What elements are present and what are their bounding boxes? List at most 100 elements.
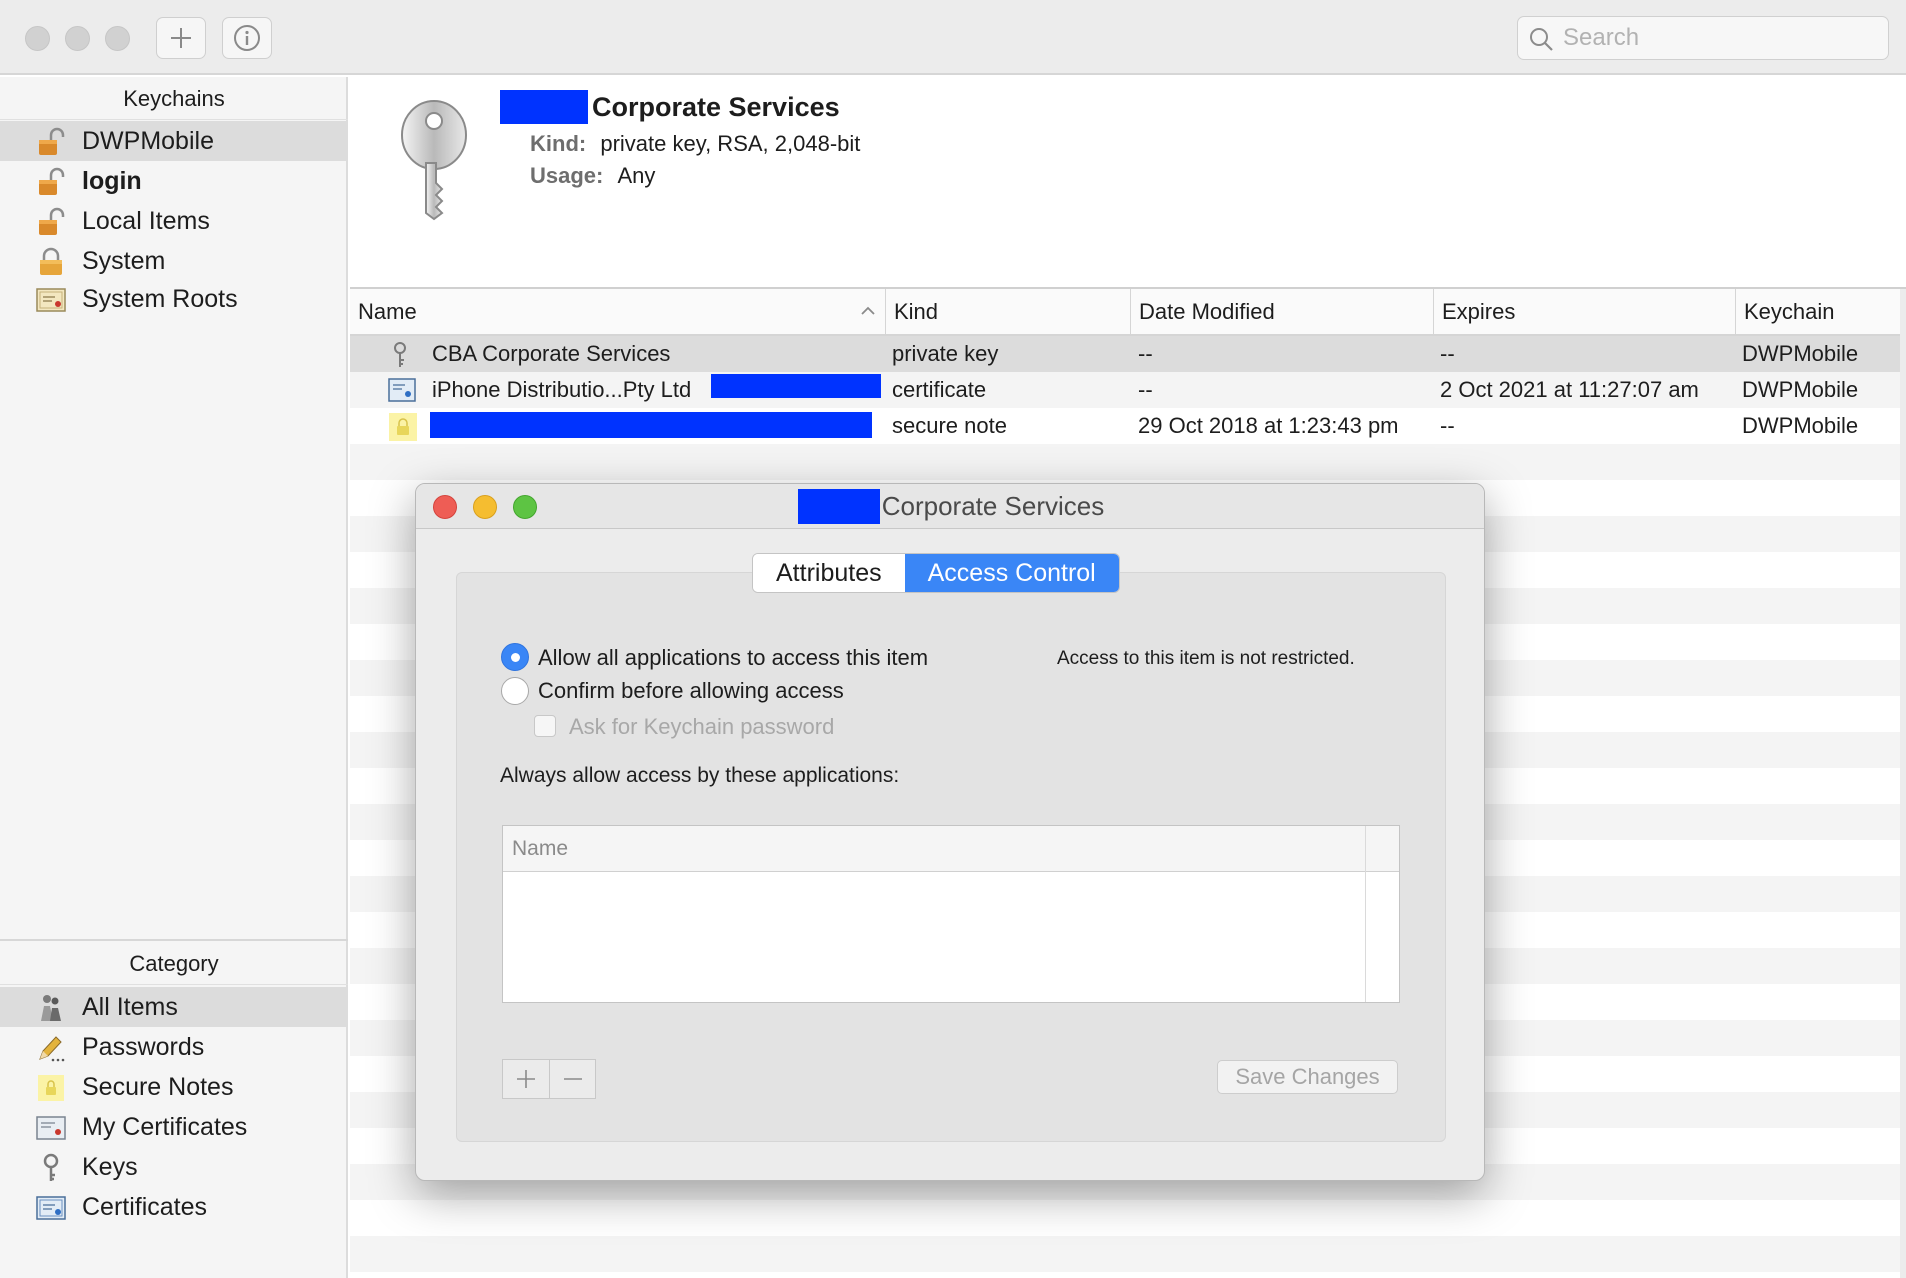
search-field[interactable] xyxy=(1517,16,1889,60)
close-window-button[interactable] xyxy=(25,26,50,51)
kind-value: private key, RSA, 2,048-bit xyxy=(600,131,861,156)
minimize-window-button[interactable] xyxy=(65,26,90,51)
sidebar-item-dwpmobile[interactable]: DWPMobile xyxy=(0,121,348,161)
cell-name: CBA Corporate Services xyxy=(432,341,671,366)
sidebar-item-label: DWPMobile xyxy=(82,126,214,155)
lock-closed-icon xyxy=(40,247,62,275)
pencil-icon xyxy=(39,1036,65,1062)
table-row[interactable]: iPhone Distributio...Pty Ltd certificate… xyxy=(350,372,1906,408)
tab-attributes[interactable]: Attributes xyxy=(753,554,905,592)
zoom-window-button[interactable] xyxy=(105,26,130,51)
cell-kind: private key xyxy=(892,341,999,366)
sidebar-item-passwords[interactable]: Passwords xyxy=(0,1027,348,1067)
allow-all-label: Allow all applications to access this it… xyxy=(538,645,929,670)
redaction-block xyxy=(500,90,588,124)
sidebar-divider[interactable] xyxy=(0,939,348,941)
cell-expires: -- xyxy=(1440,413,1455,438)
info-icon xyxy=(234,25,260,51)
people-icon xyxy=(41,995,61,1021)
ask-password-label: Ask for Keychain password xyxy=(569,714,835,739)
column-header-keychain[interactable]: Keychain xyxy=(1735,289,1906,334)
column-header-name[interactable]: Name xyxy=(350,289,885,334)
access-status-text: Access to this item is not restricted. xyxy=(1057,648,1355,669)
sidebar-item-secure-notes[interactable]: Secure Notes xyxy=(0,1067,348,1107)
sidebar-item-label: Keys xyxy=(82,1152,138,1181)
plus-icon xyxy=(171,28,191,48)
cell-date-modified: -- xyxy=(1138,341,1153,366)
sidebar-item-label: System xyxy=(82,246,166,275)
access-control-panel: Allow all applications to access this it… xyxy=(456,572,1446,1142)
lock-open-icon xyxy=(39,167,65,195)
tab-access-control[interactable]: Access Control xyxy=(904,554,1119,592)
allow-all-radio[interactable] xyxy=(501,643,529,671)
cell-date-modified: -- xyxy=(1138,377,1153,402)
lock-open-icon xyxy=(39,207,65,235)
empty-row-stripe xyxy=(350,1236,1906,1272)
column-header-expires[interactable]: Expires xyxy=(1433,289,1735,334)
column-header-date-modified[interactable]: Date Modified xyxy=(1130,289,1433,334)
sidebar-item-label: Certificates xyxy=(82,1192,208,1221)
cell-keychain: DWPMobile xyxy=(1742,341,1859,366)
dialog-title: Corporate Services xyxy=(416,484,1484,529)
cell-expires: -- xyxy=(1440,341,1455,366)
my-certificate-icon xyxy=(36,1116,66,1140)
sidebar-item-system[interactable]: System xyxy=(0,241,348,281)
certificate-icon xyxy=(36,1196,66,1220)
usage-row: Usage: Any xyxy=(530,163,655,189)
item-info-dialog: Corporate Services Allow all application… xyxy=(415,483,1485,1181)
cell-name: iPhone Distributio...Pty Ltd xyxy=(432,377,692,402)
search-input[interactable] xyxy=(1563,17,1883,59)
allowed-applications-list[interactable]: Name xyxy=(502,825,1400,1003)
redaction-block xyxy=(797,489,880,524)
key-icon xyxy=(43,1153,59,1181)
key-icon xyxy=(401,100,467,221)
table-row[interactable]: secure note 29 Oct 2018 at 1:23:43 pm --… xyxy=(350,408,1906,444)
list-column-header-name[interactable]: Name xyxy=(503,826,1399,872)
sidebar-item-label: Passwords xyxy=(82,1032,205,1061)
certificate-icon xyxy=(388,378,416,402)
sidebar-item-local-items[interactable]: Local Items xyxy=(0,201,348,241)
add-item-button[interactable] xyxy=(156,17,206,59)
certificate-icon xyxy=(36,288,66,312)
item-title-text: Corporate Services xyxy=(592,91,840,122)
scrollbar-track[interactable] xyxy=(1900,289,1906,1278)
redaction-block xyxy=(430,412,872,438)
sidebar-item-label: System Roots xyxy=(82,284,238,313)
cell-keychain: DWPMobile xyxy=(1742,413,1859,438)
sidebar-item-my-certificates[interactable]: My Certificates xyxy=(0,1107,348,1147)
sidebar-item-label: Secure Notes xyxy=(82,1072,234,1101)
sidebar-item-all-items[interactable]: All Items xyxy=(0,987,348,1027)
kind-row: Kind: private key, RSA, 2,048-bit xyxy=(530,131,860,157)
remove-application-button[interactable] xyxy=(549,1060,595,1098)
usage-label: Usage: xyxy=(530,163,604,188)
search-icon xyxy=(1530,28,1553,51)
empty-row-stripe xyxy=(350,444,1906,480)
cell-kind: secure note xyxy=(892,413,1007,438)
get-info-button[interactable] xyxy=(222,17,272,59)
sidebar-item-login[interactable]: login xyxy=(0,161,348,201)
ask-password-checkbox[interactable] xyxy=(534,715,556,737)
sort-ascending-icon xyxy=(861,306,875,315)
dialog-titlebar: Corporate Services xyxy=(416,484,1484,529)
confirm-access-radio[interactable] xyxy=(501,677,529,705)
add-application-button[interactable] xyxy=(503,1060,549,1098)
usage-value: Any xyxy=(617,163,656,188)
column-header-kind[interactable]: Kind xyxy=(885,289,1130,334)
cell-keychain: DWPMobile xyxy=(1742,377,1859,402)
window-toolbar xyxy=(0,0,1906,75)
table-header: Name Kind Date Modified Expires Keychain xyxy=(350,289,1906,336)
confirm-access-label: Confirm before allowing access xyxy=(538,678,844,703)
sidebar-item-certificates[interactable]: Certificates xyxy=(0,1187,348,1227)
category-header: Category xyxy=(0,942,348,985)
sidebar-item-label: All Items xyxy=(82,992,178,1021)
sidebar-item-label: My Certificates xyxy=(82,1112,248,1141)
dialog-title-text: Corporate Services xyxy=(881,491,1105,521)
lock-open-icon xyxy=(39,127,65,155)
sidebar-item-label: Local Items xyxy=(82,206,210,235)
sidebar-item-system-roots[interactable]: System Roots xyxy=(0,279,348,319)
list-column-divider xyxy=(1365,826,1366,1002)
save-changes-button[interactable]: Save Changes xyxy=(1217,1060,1398,1094)
plus-icon xyxy=(517,1070,535,1088)
table-row[interactable]: CBA Corporate Services private key -- --… xyxy=(350,336,1906,372)
sidebar-item-keys[interactable]: Keys xyxy=(0,1147,348,1187)
